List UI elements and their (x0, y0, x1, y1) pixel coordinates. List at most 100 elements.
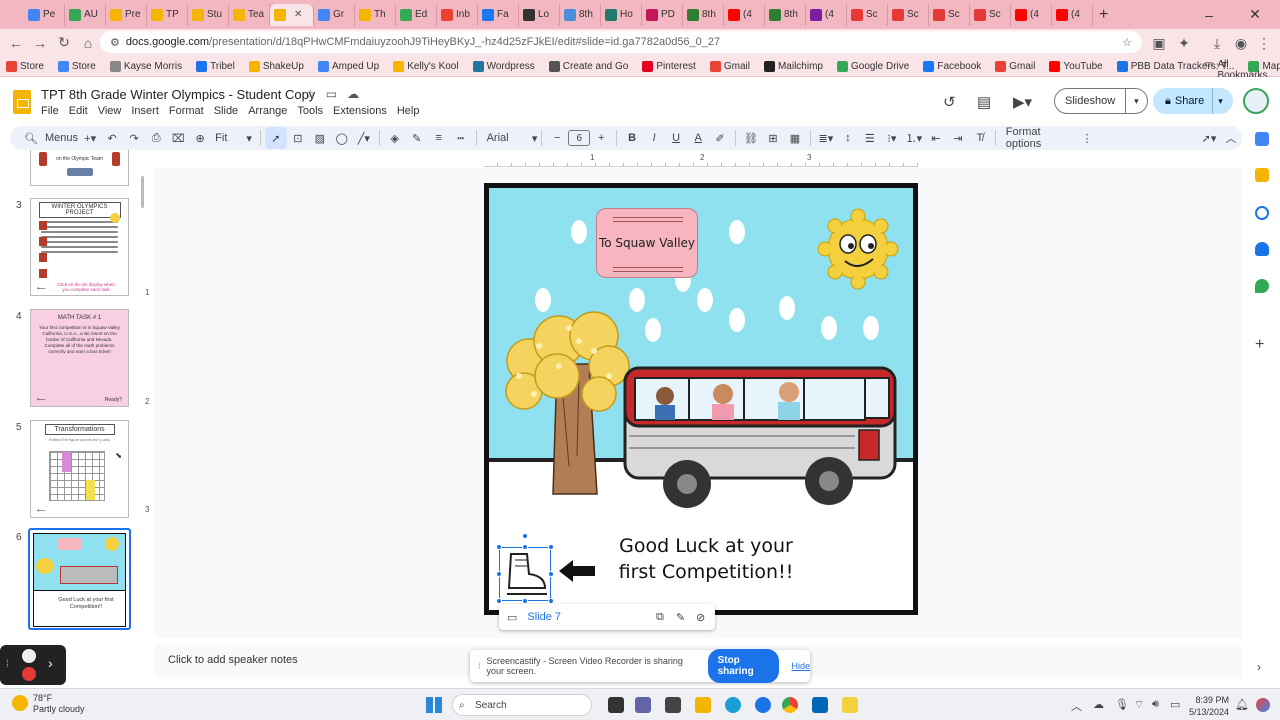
maps-icon[interactable] (1255, 279, 1269, 293)
site-info-icon[interactable]: ⚙ (110, 36, 120, 49)
border-weight-icon[interactable]: ≡ (428, 127, 450, 149)
slide-thumbnail[interactable]: Transformations Reflect the figure acros… (30, 420, 129, 518)
puzzle-icon[interactable]: ✦ (1172, 31, 1196, 55)
stop-record-icon[interactable] (22, 667, 36, 681)
browser-tab[interactable]: 8th (683, 3, 724, 26)
slide-thumbnail[interactable]: MATH TASK # 1 Your first competition is … (30, 309, 129, 407)
resize-handle[interactable] (496, 571, 502, 577)
increase-font-icon[interactable]: + (590, 127, 612, 149)
bold-icon[interactable]: B (621, 127, 643, 149)
slide-thumbnail[interactable]: WINTER OLYMPICS PROJECT ⟵ Click on the s… (30, 198, 129, 296)
close-window-icon[interactable]: ✕ (1232, 0, 1278, 29)
browser-tab[interactable]: Sc (888, 3, 929, 26)
cloud-status-icon[interactable]: ☁ (347, 87, 359, 101)
browser-tab[interactable]: Lo (519, 3, 560, 26)
decrease-font-icon[interactable]: − (546, 127, 568, 149)
menu-arrange[interactable]: Arrange (243, 105, 292, 117)
italic-icon[interactable]: I (643, 127, 665, 149)
menu-slide[interactable]: Slide (209, 105, 243, 117)
minimize-icon[interactable]: – (1186, 0, 1232, 29)
line-icon[interactable]: ╱▾ (353, 127, 375, 149)
drag-handle-icon[interactable]: ⁞ (6, 659, 9, 670)
chevron-down-icon[interactable]: ▾ (1126, 96, 1139, 107)
store-icon[interactable] (812, 697, 828, 713)
selection-box[interactable] (496, 533, 554, 604)
drag-handle-icon[interactable]: ⁞ (478, 661, 481, 671)
resize-handle[interactable] (522, 544, 528, 550)
bookmark-item[interactable]: Store (6, 60, 44, 72)
browser-tab[interactable]: Pre (106, 3, 147, 26)
image-insert-icon[interactable]: ▦ (784, 127, 806, 149)
new-slide-icon[interactable]: +▾ (79, 127, 101, 149)
clock[interactable]: 8:39 PM 5/13/2024 (1189, 694, 1229, 718)
share-button[interactable]: 🔒︎ Share ▾ (1153, 88, 1233, 114)
checklist-icon[interactable]: ☰ (859, 127, 881, 149)
browser-tab[interactable]: AU (65, 3, 106, 26)
weather-widget[interactable]: 78°F Partly cloudy (12, 693, 85, 715)
profile-icon[interactable]: ◉ (1229, 31, 1253, 55)
numbered-list-icon[interactable]: ⒈▾ (903, 127, 925, 149)
link-target[interactable]: Slide 7 (527, 611, 561, 623)
rotate-handle[interactable] (522, 533, 528, 539)
format-options-button[interactable]: Format options (1000, 126, 1076, 150)
zoom-icon[interactable]: ⊕ (189, 127, 211, 149)
comment-icon[interactable]: ⊞ (762, 127, 784, 149)
bookmark-item[interactable]: Kelly's Kool (393, 60, 459, 72)
forward-icon[interactable]: → (28, 31, 52, 55)
slide-thumbnail-selected[interactable]: Good Luck at your first Competition!! (28, 528, 131, 630)
text-color-icon[interactable]: A (687, 127, 709, 149)
border-dash-icon[interactable]: ┅ (450, 127, 472, 149)
new-tab-button[interactable]: + (1099, 6, 1108, 24)
menu-edit[interactable]: Edit (64, 105, 93, 117)
menus-search[interactable]: Menus (42, 127, 79, 149)
reload-icon[interactable]: ↻ (52, 31, 76, 55)
taskbar-search[interactable]: ⌕ Search (452, 694, 592, 716)
remove-link-icon[interactable]: ⊘ (696, 611, 705, 624)
bookmark-star-icon[interactable]: ☆ (1122, 36, 1132, 49)
decrease-indent-icon[interactable]: ⇤ (925, 127, 947, 149)
notification-bell-icon[interactable]: 🔔︎ (1235, 698, 1249, 711)
copilot-icon[interactable] (1256, 698, 1270, 712)
browser-tab[interactable]: (4 (1052, 3, 1093, 26)
tray-chevron-icon[interactable]: ︿ (1071, 698, 1082, 714)
resize-handle[interactable] (548, 571, 554, 577)
shape-icon[interactable]: ◯ (331, 127, 353, 149)
browser-tab[interactable]: (4 (1011, 3, 1052, 26)
chevron-down-icon[interactable]: ▾ (1213, 96, 1223, 107)
bookmark-item[interactable]: Pinterest (642, 60, 696, 72)
keep-icon[interactable] (1255, 168, 1269, 182)
bookmark-item[interactable]: Create and Go (548, 60, 628, 72)
bulleted-list-icon[interactable]: ⁝▾ (881, 127, 903, 149)
more-menu-icon[interactable]: ⋮ (1252, 31, 1276, 55)
editing-mode-icon[interactable]: ➚▾ (1198, 127, 1220, 149)
browser-tab[interactable]: Stu (188, 3, 229, 26)
resize-handle[interactable] (548, 544, 554, 550)
font-select[interactable]: Arial ▾ (481, 127, 538, 149)
add-addon-icon[interactable]: + (1255, 336, 1264, 354)
font-size-input[interactable]: 6 (568, 130, 591, 146)
avatar[interactable] (1243, 88, 1269, 114)
browser-tab[interactable]: 8th (765, 3, 806, 26)
bookmark-item[interactable]: Gmail (995, 60, 1035, 72)
microphone-icon[interactable]: 🎙︎ (1115, 698, 1129, 711)
link-icon[interactable]: ⛓ (740, 127, 762, 149)
volume-icon[interactable]: 🔊︎ (1152, 698, 1159, 711)
back-icon[interactable]: ← (4, 31, 28, 55)
increase-indent-icon[interactable]: ⇥ (947, 127, 969, 149)
browser-tab[interactable]: 8th (560, 3, 601, 26)
undo-icon[interactable]: ↶ (101, 127, 123, 149)
highlight-icon[interactable]: ✐ (709, 127, 731, 149)
stop-sharing-button[interactable]: Stop sharing (707, 649, 780, 683)
meet-icon[interactable]: ▶▾ (1013, 93, 1032, 111)
windows-start-icon[interactable] (426, 697, 442, 713)
calendar-icon[interactable] (1255, 132, 1269, 146)
star-icon[interactable]: ☆ (305, 87, 316, 101)
browser-tab[interactable]: (4 (724, 3, 765, 26)
teams-icon[interactable] (635, 697, 651, 713)
browser-tab[interactable]: Th (355, 3, 396, 26)
norton-icon[interactable] (842, 697, 858, 713)
widgets-icon[interactable] (665, 697, 681, 713)
menu-tools[interactable]: Tools (292, 105, 328, 117)
bookmark-item[interactable]: ShakeUp (248, 60, 304, 72)
version-history-icon[interactable]: ↺ (943, 93, 956, 111)
